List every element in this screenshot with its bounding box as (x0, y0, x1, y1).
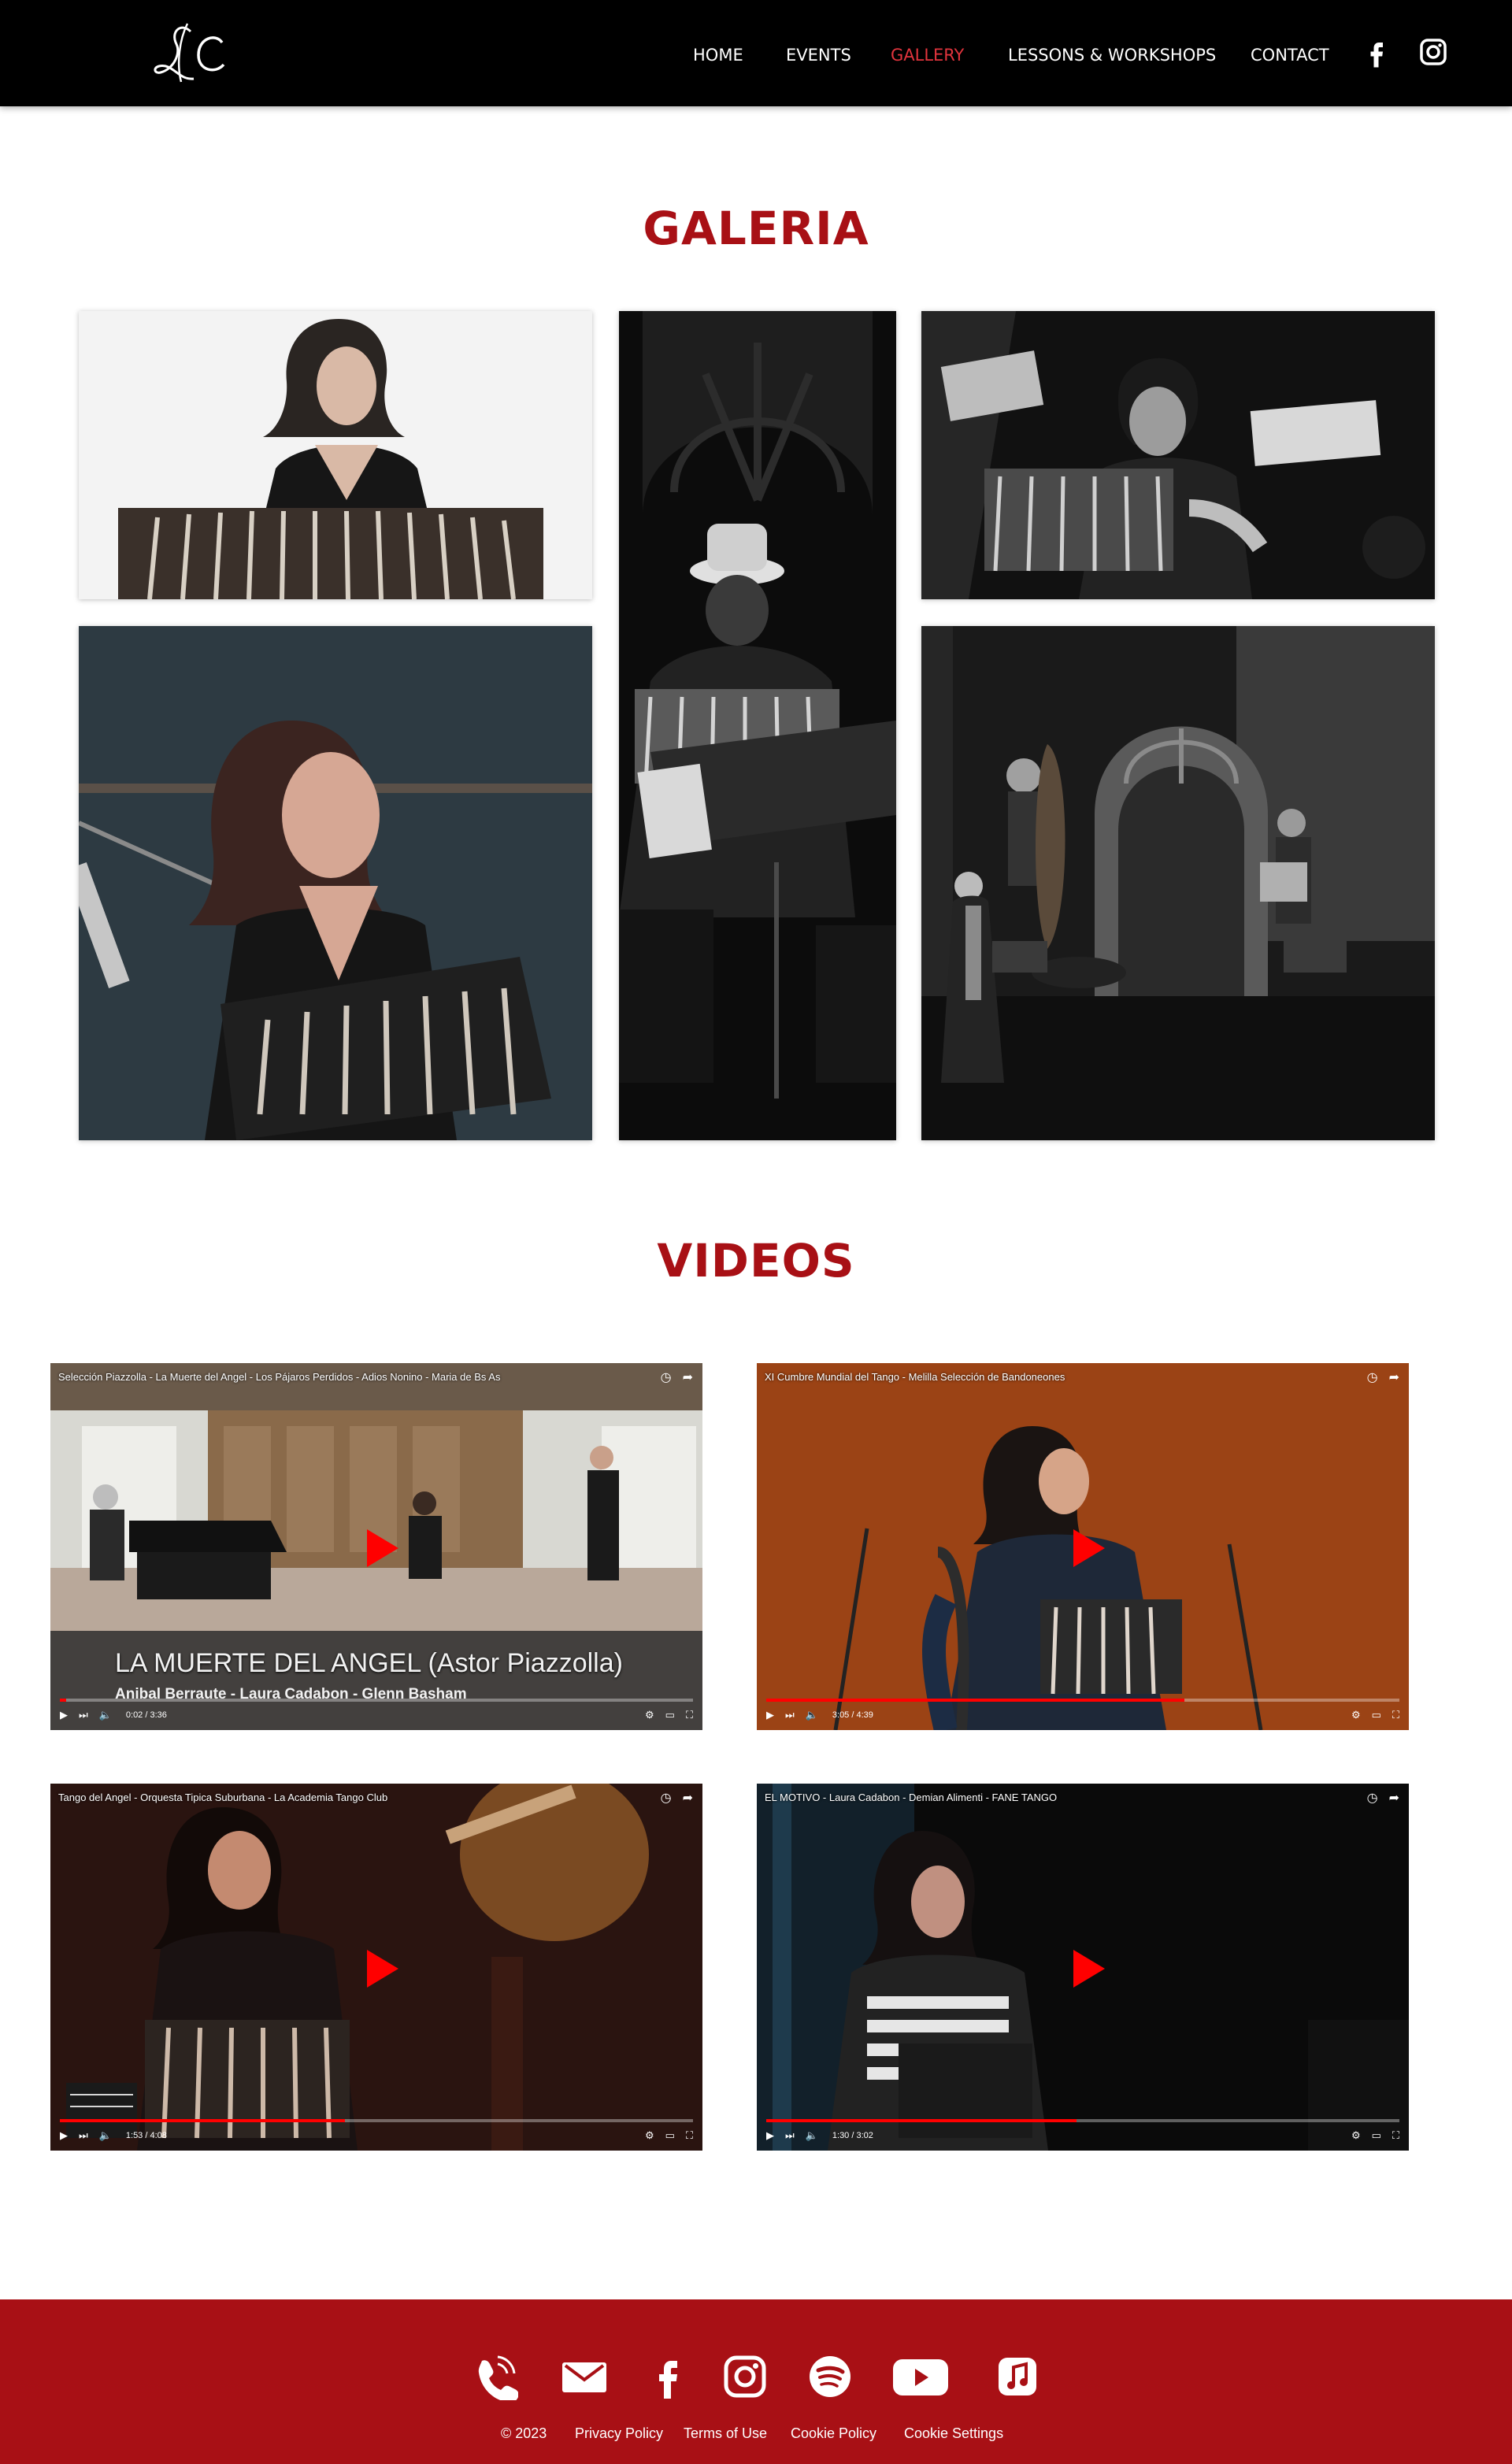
settings-icon[interactable]: ⚙ (645, 1709, 654, 1721)
gallery-photo-5[interactable] (921, 626, 1435, 1140)
play-button-icon[interactable] (353, 1523, 403, 1573)
settings-icon[interactable]: ⚙ (645, 2129, 654, 2142)
video-title: Tango del Angel - Orquesta Tipica Suburb… (58, 1791, 388, 1803)
video-overlay-title: LA MUERTE DEL ANGEL (Astor Piazzolla) (115, 1648, 623, 1678)
settings-icon[interactable]: ⚙ (1351, 1709, 1361, 1721)
video-progress-bar[interactable] (60, 1699, 693, 1702)
spotify-icon[interactable] (806, 2353, 854, 2400)
nav-contact[interactable]: CONTACT (1251, 46, 1329, 65)
video-player-4[interactable]: EL MOTIVO - Laura Cadabon - Demian Alime… (757, 1784, 1409, 2151)
mail-icon[interactable] (561, 2353, 608, 2400)
watch-later-icon[interactable]: ◷ (661, 1790, 672, 1806)
next-icon[interactable]: ⏭ (79, 1709, 88, 1721)
next-icon[interactable]: ⏭ (785, 2129, 795, 2142)
video-progress-bar[interactable] (766, 1699, 1399, 1702)
music-icon[interactable] (994, 2353, 1041, 2400)
play-button-icon[interactable] (353, 1943, 403, 1994)
video-time: 3:05 / 4:39 (832, 1710, 873, 1720)
nav-home[interactable]: HOME (693, 46, 743, 65)
subtitles-icon[interactable]: ▭ (665, 1709, 675, 1721)
watch-later-icon[interactable]: ◷ (661, 1369, 672, 1385)
gallery-photo-2[interactable] (619, 311, 896, 1140)
video-player-3[interactable]: Tango del Angel - Orquesta Tipica Suburb… (50, 1784, 702, 2151)
video-player-1[interactable]: Selección Piazzolla - La Muerte del Ange… (50, 1363, 702, 1730)
gallery-title: GALERIA (643, 202, 869, 255)
facebook-icon[interactable] (644, 2353, 691, 2400)
video-progress-bar[interactable] (766, 2119, 1399, 2122)
site-header: HOME EVENTS GALLERY LESSONS & WORKSHOPS … (0, 0, 1512, 106)
video-progress-bar[interactable] (60, 2119, 693, 2122)
next-icon[interactable]: ⏭ (785, 1709, 795, 1721)
cookie-policy-link[interactable]: Cookie Policy (791, 2425, 876, 2442)
watch-later-icon[interactable]: ◷ (1367, 1369, 1378, 1385)
play-icon[interactable]: ▶ (60, 1709, 68, 1721)
play-icon[interactable]: ▶ (766, 2129, 774, 2142)
volume-icon[interactable]: 🔈 (806, 2129, 818, 2142)
play-button-icon[interactable] (1059, 1523, 1110, 1573)
play-button-icon[interactable] (1059, 1943, 1110, 1994)
video-title: Selección Piazzolla - La Muerte del Ange… (58, 1371, 501, 1383)
video-time: 0:02 / 3:36 (125, 1710, 167, 1720)
subtitles-icon[interactable]: ▭ (1372, 2129, 1381, 2142)
videos-title: VIDEOS (657, 1234, 855, 1288)
footer-links: © 2023 Privacy Policy Terms of Use Cooki… (0, 2425, 1512, 2449)
cookie-settings-link[interactable]: Cookie Settings (904, 2425, 1003, 2442)
phone-icon[interactable] (471, 2353, 519, 2403)
site-logo[interactable] (150, 8, 236, 94)
youtube-icon[interactable] (891, 2353, 950, 2400)
site-footer: © 2023 Privacy Policy Terms of Use Cooki… (0, 2299, 1512, 2464)
settings-icon[interactable]: ⚙ (1351, 2129, 1361, 2142)
nav-gallery[interactable]: GALLERY (891, 46, 964, 65)
watch-later-icon[interactable]: ◷ (1367, 1790, 1378, 1806)
subtitles-icon[interactable]: ▭ (665, 2129, 675, 2142)
subtitles-icon[interactable]: ▭ (1372, 1709, 1381, 1721)
next-icon[interactable]: ⏭ (79, 2129, 88, 2142)
nav-lessons-workshops[interactable]: LESSONS & WORKSHOPS (1008, 46, 1216, 65)
nav-events[interactable]: EVENTS (786, 46, 851, 65)
volume-icon[interactable]: 🔈 (99, 1709, 112, 1721)
share-icon[interactable]: ➦ (683, 1369, 693, 1385)
video-title: EL MOTIVO - Laura Cadabon - Demian Alime… (765, 1791, 1058, 1803)
fullscreen-icon[interactable]: ⛶ (686, 1709, 693, 1721)
video-title: XI Cumbre Mundial del Tango - Melilla Se… (765, 1371, 1065, 1383)
volume-icon[interactable]: 🔈 (99, 2129, 112, 2142)
video-player-2[interactable]: XI Cumbre Mundial del Tango - Melilla Se… (757, 1363, 1409, 1730)
gallery-photo-3[interactable] (921, 311, 1435, 599)
facebook-icon[interactable] (1361, 36, 1392, 68)
terms-of-use-link[interactable]: Terms of Use (684, 2425, 767, 2442)
share-icon[interactable]: ➦ (1389, 1790, 1399, 1806)
gallery-photo-4[interactable] (79, 626, 592, 1140)
video-time: 1:53 / 4:08 (125, 2131, 167, 2140)
fullscreen-icon[interactable]: ⛶ (1392, 1709, 1399, 1721)
fullscreen-icon[interactable]: ⛶ (686, 2129, 693, 2142)
play-icon[interactable]: ▶ (60, 2129, 68, 2142)
share-icon[interactable]: ➦ (683, 1790, 693, 1806)
gallery-photo-1[interactable] (79, 311, 592, 599)
volume-icon[interactable]: 🔈 (806, 1709, 818, 1721)
play-icon[interactable]: ▶ (766, 1709, 774, 1721)
copyright: © 2023 (501, 2425, 547, 2441)
share-icon[interactable]: ➦ (1389, 1369, 1399, 1385)
instagram-icon[interactable] (1418, 36, 1449, 68)
privacy-policy-link[interactable]: Privacy Policy (575, 2425, 663, 2442)
video-time: 1:30 / 3:02 (832, 2131, 873, 2140)
instagram-icon[interactable] (721, 2353, 769, 2400)
fullscreen-icon[interactable]: ⛶ (1392, 2129, 1399, 2142)
